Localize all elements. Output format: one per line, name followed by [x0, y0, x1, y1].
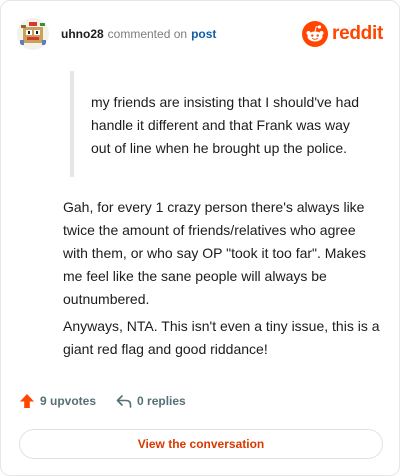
- view-conversation-button[interactable]: View the conversation: [19, 429, 383, 459]
- username-link[interactable]: uhno28: [61, 27, 104, 41]
- action-text: commented on: [107, 27, 188, 41]
- comment-embed-card: uhno28 commented on post reddit my frien…: [0, 0, 400, 476]
- comment-actions: 9 upvotes 0 replies: [19, 393, 186, 409]
- reply-action[interactable]: 0 replies: [116, 393, 186, 409]
- brand-wordmark: reddit: [332, 23, 383, 44]
- reply-count: 0 replies: [137, 394, 186, 408]
- comment-header: uhno28 commented on post reddit: [17, 17, 383, 51]
- reddit-brand[interactable]: reddit: [302, 21, 383, 47]
- reddit-logo-icon: [302, 21, 329, 47]
- reply-arrow-icon: [116, 395, 132, 408]
- quoted-text: my friends are insisting that I should'v…: [70, 71, 370, 177]
- upvote-arrow-icon: [20, 394, 34, 408]
- byline: uhno28 commented on post: [61, 27, 216, 41]
- comment-paragraph-1: Gah, for every 1 crazy person there's al…: [63, 199, 367, 307]
- upvote-action[interactable]: 9 upvotes: [19, 393, 96, 409]
- upvote-count: 9 upvotes: [40, 394, 97, 408]
- comment-paragraph-2: Anyways, NTA. This isn't even a tiny iss…: [63, 318, 380, 357]
- snoo-avatar-icon[interactable]: [17, 18, 49, 50]
- post-link[interactable]: post: [191, 27, 216, 41]
